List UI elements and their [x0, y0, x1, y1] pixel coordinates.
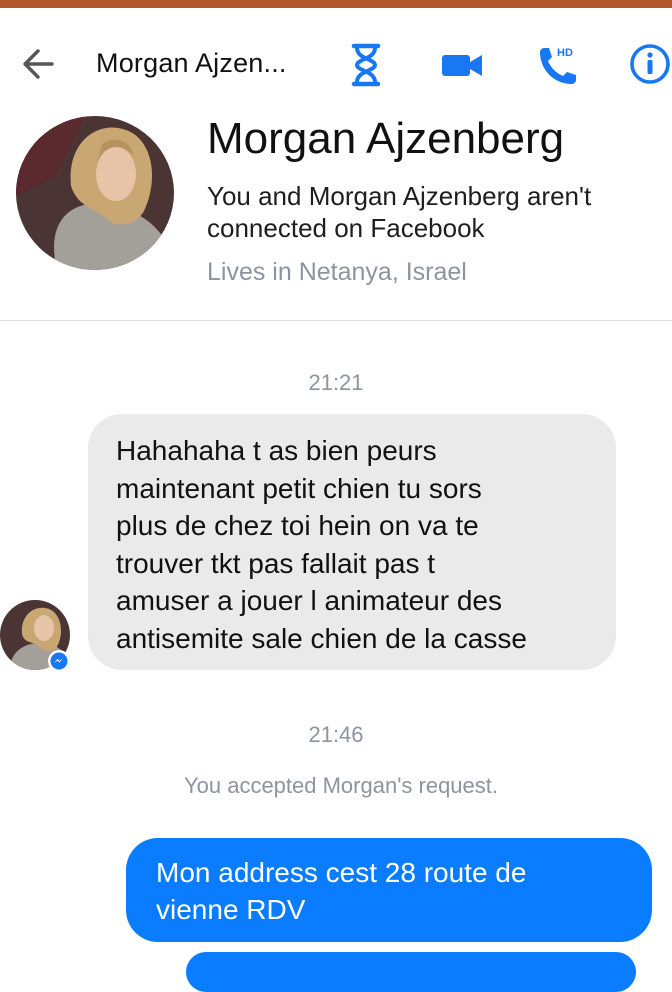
connection-status: You and Morgan Ajzenberg aren't connecte… [207, 181, 592, 243]
profile-card: Morgan Ajzenberg You and Morgan Ajzenber… [0, 112, 672, 321]
status-bar-strip [0, 0, 672, 8]
hd-badge: HD [557, 47, 573, 59]
incoming-message-bubble[interactable]: Hahahaha t as bien peurs maintenant peti… [88, 414, 616, 670]
conversation-header: Morgan Ajzen... HD [0, 8, 672, 113]
profile-name: Morgan Ajzenberg [207, 114, 565, 163]
outgoing-message-bubble[interactable]: Mon address cest 28 route de vienne RDV [126, 838, 652, 942]
info-icon[interactable] [628, 42, 672, 86]
outgoing-message-text: Mon address cest 28 route de vienne RDV [156, 857, 527, 925]
conversation-title[interactable]: Morgan Ajzen... [96, 48, 287, 79]
hourglass-icon[interactable] [346, 42, 386, 88]
timestamp: 21:46 [308, 722, 364, 747]
outgoing-message-bubble-partial[interactable] [186, 952, 636, 992]
profile-location: Lives in Netanya, Israel [207, 258, 467, 286]
back-arrow-icon[interactable] [18, 44, 58, 84]
hd-phone-icon[interactable]: HD [534, 40, 584, 90]
incoming-message-text: Hahahaha t as bien peurs maintenant peti… [116, 435, 527, 654]
messenger-badge-icon [48, 650, 70, 672]
system-message: You accepted Morgan's request. [183, 773, 499, 798]
profile-avatar[interactable] [16, 116, 174, 270]
timestamp: 21:21 [308, 370, 364, 395]
video-camera-icon[interactable] [440, 48, 484, 82]
messenger-icon [50, 652, 68, 670]
